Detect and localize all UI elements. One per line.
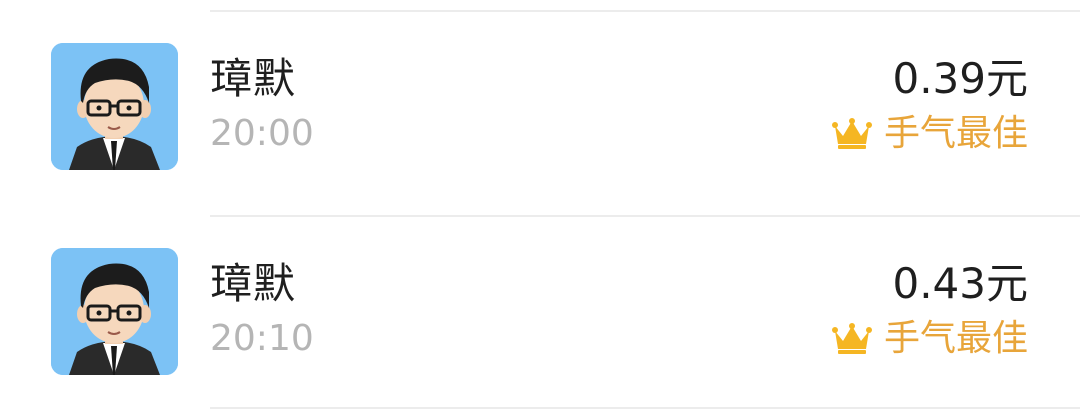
best-luck-label: 手气最佳	[883, 318, 1028, 359]
record-time: 20:00	[210, 113, 314, 154]
red-packet-record-list: 璋默 20:00 0.39元 手气最佳 璋默 20:10 0.43元 手气最佳	[0, 0, 1080, 419]
amount: 0.43元	[892, 259, 1028, 308]
sender-name: 璋默	[210, 54, 297, 103]
avatar-image	[51, 43, 178, 170]
crown-icon	[831, 323, 872, 355]
best-luck-label: 手气最佳	[883, 113, 1028, 154]
list-item[interactable]: 璋默 20:00 0.39元 手气最佳	[0, 12, 1080, 216]
avatar[interactable]	[51, 43, 178, 170]
avatar-image	[51, 248, 178, 375]
best-luck-badge: 手气最佳	[831, 113, 1028, 154]
crown-icon	[831, 118, 872, 150]
amount: 0.39元	[892, 54, 1028, 103]
avatar[interactable]	[51, 248, 178, 375]
best-luck-badge: 手气最佳	[831, 318, 1028, 359]
list-item[interactable]: 璋默 20:10 0.43元 手气最佳	[0, 217, 1080, 419]
record-time: 20:10	[210, 318, 314, 359]
list-divider	[210, 407, 1080, 409]
sender-name: 璋默	[210, 259, 297, 308]
